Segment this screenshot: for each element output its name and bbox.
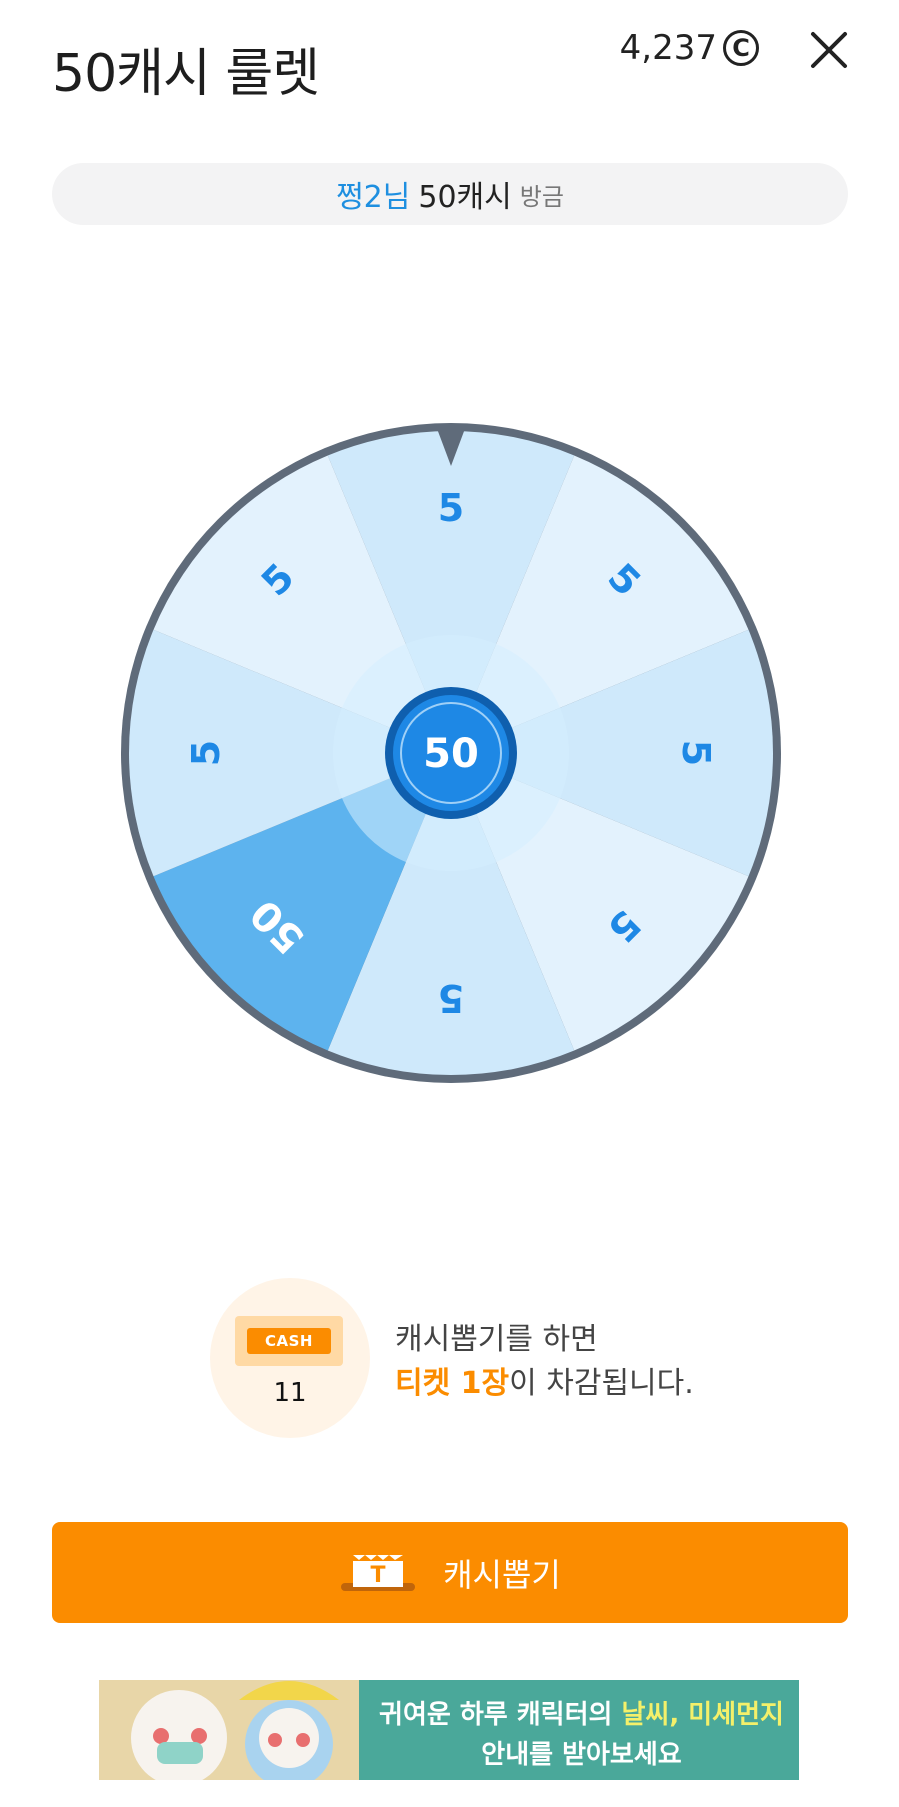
draw-cash-button[interactable]: T 캐시뽑기 bbox=[52, 1522, 848, 1623]
ad-text-part1: 귀여운 하루 캐릭터의 bbox=[379, 1700, 622, 1730]
ticket-notice-line2: 티켓 1장이 차감됩니다. bbox=[395, 1362, 694, 1406]
ticket-icon: T bbox=[341, 1554, 416, 1591]
ticket-icon-letter: T bbox=[371, 1563, 386, 1588]
cash-ticket-label: CASH bbox=[247, 1328, 331, 1354]
wheel-segment-label: 5 bbox=[184, 740, 228, 766]
cash-ticket-icon: CASH bbox=[235, 1316, 343, 1366]
roulette-wheel: 555555055 50 bbox=[121, 423, 781, 1083]
ad-character-art bbox=[99, 1680, 359, 1780]
ticket-circle: CASH 11 bbox=[210, 1278, 370, 1438]
ticket-notice-rest: 이 차감됩니다. bbox=[509, 1366, 694, 1401]
coin-icon: C bbox=[723, 30, 759, 66]
wheel-center-label: 50 bbox=[423, 731, 479, 777]
ticket-count: 11 bbox=[273, 1378, 307, 1408]
cash-balance: 4,237 C bbox=[620, 28, 759, 68]
ad-text-line1: 귀여운 하루 캐릭터의 날씨, 미세먼지 bbox=[374, 1694, 789, 1731]
ad-banner[interactable]: 귀여운 하루 캐릭터의 날씨, 미세먼지 안내를 받아보세요 bbox=[99, 1680, 799, 1780]
winner-amount: 50캐시 bbox=[418, 180, 512, 215]
balance-amount: 4,237 bbox=[619, 28, 717, 68]
wheel-segment-label: 5 bbox=[674, 740, 718, 766]
winner-time: 방금 bbox=[519, 182, 564, 211]
wheel-segment-label: 5 bbox=[438, 486, 464, 530]
wheel-segment-label: 5 bbox=[438, 976, 464, 1020]
winner-name: 쩡2님 bbox=[336, 180, 411, 215]
close-button[interactable] bbox=[803, 24, 855, 76]
draw-button-label: 캐시뽑기 bbox=[443, 1555, 561, 1594]
ad-text-highlight: 날씨, 미세먼지 bbox=[621, 1700, 784, 1730]
ticket-info: CASH 11 캐시뽑기를 하면 티켓 1장이 차감됩니다. bbox=[210, 1278, 694, 1438]
ticket-notice-line1: 캐시뽑기를 하면 bbox=[395, 1322, 598, 1357]
ticket-notice-accent: 티켓 1장 bbox=[395, 1366, 510, 1401]
ad-text-line2: 안내를 받아보세요 bbox=[481, 1740, 682, 1770]
page-title: 50캐시 룰렛 bbox=[52, 44, 320, 104]
recent-winner-bar: 쩡2님 50캐시 방금 bbox=[52, 163, 848, 225]
ticket-notice: 캐시뽑기를 하면 티켓 1장이 차감됩니다. bbox=[395, 1318, 694, 1406]
close-icon bbox=[811, 32, 847, 68]
character-illustration-icon bbox=[99, 1680, 359, 1780]
